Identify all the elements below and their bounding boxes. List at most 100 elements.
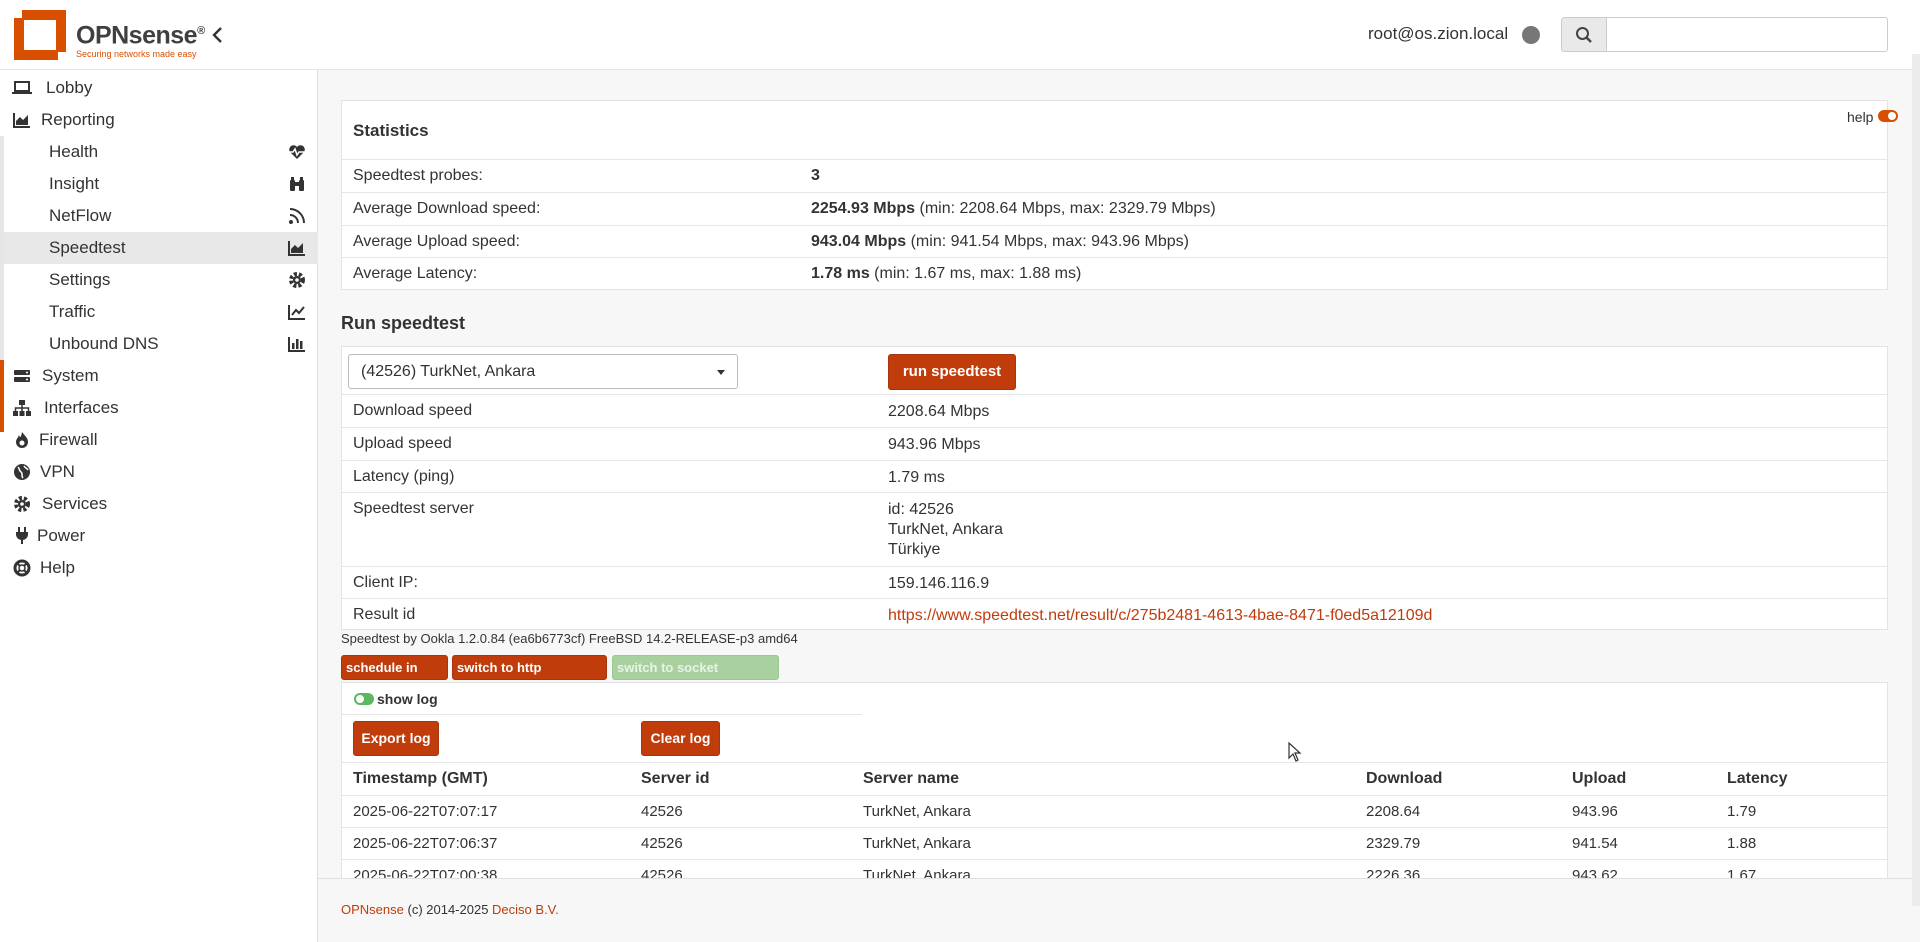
sidebar-subitem-settings[interactable]: Settings bbox=[0, 264, 318, 296]
stat-value-main: 1.78 ms bbox=[811, 265, 870, 282]
brand-name: OPNsense bbox=[76, 21, 198, 50]
column-header[interactable]: Timestamp (GMT) bbox=[353, 770, 488, 788]
sidebar-item-firewall[interactable]: Firewall bbox=[0, 424, 318, 456]
sidebar-item-label: VPN bbox=[40, 462, 75, 481]
collapse-sidebar-chevron-icon[interactable] bbox=[208, 22, 228, 48]
binoculars-icon bbox=[290, 177, 304, 191]
column-header[interactable]: Upload bbox=[1572, 770, 1626, 788]
sidebar-item-reporting[interactable]: Reporting bbox=[0, 104, 318, 136]
sidebar-subitem-health[interactable]: Health bbox=[0, 136, 318, 168]
cell-upload: 941.54 bbox=[1572, 835, 1618, 852]
result-row: Result id https://www.speedtest.net/resu… bbox=[342, 598, 1887, 630]
switch-to-http-button[interactable]: switch to http speedtest bbox=[452, 655, 607, 698]
stat-value-range: (min: 2208.64 Mbps, max: 2329.79 Mbps) bbox=[915, 200, 1216, 217]
footer-copyright: (c) 2014-2025 bbox=[403, 902, 493, 917]
stat-label: Average Latency: bbox=[353, 265, 478, 282]
stat-value-main: 3 bbox=[811, 167, 820, 184]
stat-label: Speedtest probes: bbox=[353, 167, 483, 184]
column-header[interactable]: Server id bbox=[641, 770, 709, 788]
plug-icon bbox=[16, 527, 28, 544]
result-row: Download speed 2208.64 Mbps bbox=[342, 394, 1887, 427]
sidebar-item-system[interactable]: System bbox=[0, 360, 318, 392]
user-menu[interactable]: root@os.zion.local bbox=[1368, 24, 1508, 44]
cell-server-name: TurkNet, Ankara bbox=[863, 803, 971, 820]
sidebar-subitem-insight[interactable]: Insight bbox=[0, 168, 318, 200]
cell-latency: 1.79 bbox=[1727, 803, 1757, 820]
column-header[interactable]: Latency bbox=[1727, 770, 1787, 788]
show-log-toggle[interactable] bbox=[354, 693, 374, 705]
stat-value-range: (min: 941.54 Mbps, max: 943.96 Mbps) bbox=[906, 233, 1189, 250]
cog-icon bbox=[289, 272, 305, 288]
sidebar-subitem-unbound-dns[interactable]: Unbound DNS bbox=[0, 328, 318, 360]
server-select[interactable]: (42526) TurkNet, Ankara bbox=[348, 354, 738, 389]
result-label: Upload speed bbox=[353, 435, 452, 452]
search-icon bbox=[1576, 27, 1592, 43]
stat-row: Average Upload speed: 943.04 Mbps (min: … bbox=[342, 225, 1887, 258]
brand-tagline: Securing networks made easy bbox=[76, 49, 197, 60]
cell-timestamp: 2025-06-22T07:06:37 bbox=[353, 835, 498, 852]
area-chart-icon bbox=[288, 241, 305, 256]
sidebar-item-label: Services bbox=[42, 494, 108, 513]
sidebar-item-help[interactable]: Help bbox=[0, 552, 318, 584]
table-row: 2025-06-22T07:00:38 42526 TurkNet, Ankar… bbox=[342, 859, 1887, 879]
result-row: Client IP: 159.146.116.9 bbox=[342, 566, 1887, 598]
sidebar-item-lobby[interactable]: Lobby bbox=[0, 72, 318, 104]
line-chart-icon bbox=[288, 305, 305, 320]
opnsense-logo[interactable] bbox=[12, 8, 68, 62]
divider bbox=[342, 714, 862, 715]
footer-brand-link[interactable]: OPNsense bbox=[341, 902, 404, 917]
result-label: Latency (ping) bbox=[353, 468, 455, 485]
sidebar-item-interfaces[interactable]: Interfaces bbox=[0, 392, 318, 424]
stat-value-range: (min: 1.67 ms, max: 1.88 ms) bbox=[869, 265, 1082, 282]
sidebar-item-label: Interfaces bbox=[44, 398, 119, 417]
sidebar-subitem-speedtest[interactable]: Speedtest bbox=[0, 232, 318, 264]
sidebar-subitem-traffic[interactable]: Traffic bbox=[0, 296, 318, 328]
stat-value: 943.04 Mbps (min: 941.54 Mbps, max: 943.… bbox=[811, 233, 1189, 251]
result-value: 1.79 ms bbox=[888, 469, 945, 486]
sidebar-item-vpn[interactable]: VPN bbox=[0, 456, 318, 488]
search-input[interactable] bbox=[1606, 17, 1888, 52]
result-row: Upload speed 943.96 Mbps bbox=[342, 427, 1887, 460]
result-row: Speedtest server id: 42526 TurkNet, Anka… bbox=[342, 492, 1887, 566]
stat-row: Average Download speed: 2254.93 Mbps (mi… bbox=[342, 192, 1887, 225]
cell-download: 2329.79 bbox=[1366, 835, 1421, 852]
result-link[interactable]: https://www.speedtest.net/result/c/275b2… bbox=[888, 607, 1432, 624]
clear-log-button[interactable]: Clear log bbox=[641, 721, 720, 756]
stat-row: Average Latency: 1.78 ms (min: 1.67 ms, … bbox=[342, 257, 1887, 290]
search-button[interactable] bbox=[1561, 17, 1607, 52]
sidebar-subitem-label: Speedtest bbox=[49, 238, 126, 257]
statistics-title: Statistics bbox=[353, 121, 429, 140]
run-speedtest-title: Run speedtest bbox=[341, 313, 466, 333]
sidebar-item-label: Power bbox=[37, 526, 86, 545]
page-scrollbar[interactable] bbox=[1912, 54, 1920, 906]
sidebar-item-power[interactable]: Power bbox=[0, 520, 318, 552]
sidebar: Lobby Reporting Health Insight NetFlow S… bbox=[0, 70, 318, 942]
column-header[interactable]: Download bbox=[1366, 770, 1442, 788]
export-log-button[interactable]: Export log bbox=[353, 721, 439, 756]
laptop-icon bbox=[12, 81, 32, 94]
sidebar-subitem-label: Insight bbox=[49, 174, 100, 193]
schedule-in-cron-button[interactable]: schedule in cron bbox=[341, 655, 448, 698]
status-indicator-icon[interactable] bbox=[1522, 26, 1540, 44]
sidebar-subitem-netflow[interactable]: NetFlow bbox=[0, 200, 318, 232]
stat-value: 2254.93 Mbps (min: 2208.64 Mbps, max: 23… bbox=[811, 200, 1216, 218]
server-icon bbox=[14, 370, 30, 382]
column-header[interactable]: Server name bbox=[863, 770, 959, 788]
cell-upload: 943.96 bbox=[1572, 803, 1618, 820]
sidebar-item-services[interactable]: Services bbox=[0, 488, 318, 520]
cell-server-name: TurkNet, Ankara bbox=[863, 835, 971, 852]
sidebar-item-label: Firewall bbox=[39, 430, 98, 449]
brand: OPNsense® Securing networks made easy bbox=[76, 18, 205, 59]
footer-company-link[interactable]: Deciso B.V. bbox=[492, 902, 559, 917]
sidebar-item-label: Lobby bbox=[46, 78, 93, 97]
cell-timestamp: 2025-06-22T07:07:17 bbox=[353, 803, 498, 820]
help-toggle[interactable] bbox=[1878, 110, 1898, 122]
sitemap-icon bbox=[13, 400, 31, 416]
result-value: https://www.speedtest.net/result/c/275b2… bbox=[888, 606, 1432, 626]
sidebar-item-label: Reporting bbox=[41, 110, 115, 129]
table-row: 2025-06-22T07:07:17 42526 TurkNet, Ankar… bbox=[342, 795, 1887, 827]
result-label: Result id bbox=[353, 606, 416, 623]
switch-to-socket-button[interactable]: switch to socket speedtest bbox=[612, 655, 779, 698]
heartbeat-icon bbox=[289, 145, 305, 159]
run-speedtest-button[interactable]: run speedtest bbox=[888, 354, 1016, 390]
